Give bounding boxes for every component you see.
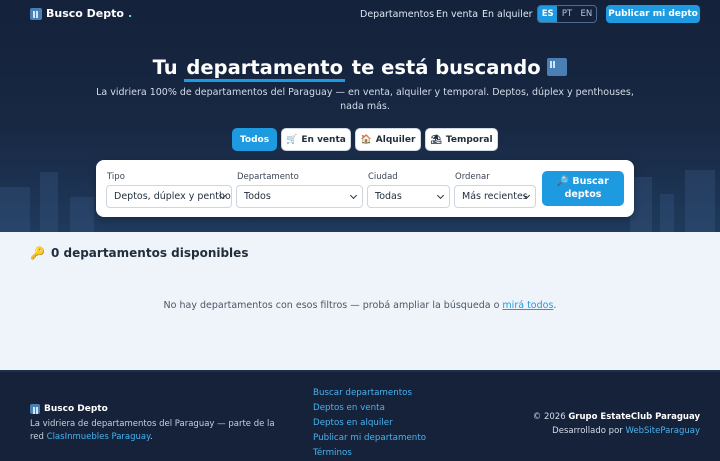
tipo-select[interactable]: Deptos, dúplex y penthouses — [106, 185, 232, 208]
language-switcher: ES PT EN — [537, 5, 597, 23]
publish-button[interactable]: Publicar mi depto — [606, 5, 700, 23]
search-card: Tipo Deptos, dúplex y penthouses Departa… — [96, 160, 634, 217]
footer-link-buscar[interactable]: Buscar departamentos — [313, 386, 426, 401]
house-icon: 🏠 — [360, 134, 372, 145]
footer-link-alquiler[interactable]: Deptos en alquiler — [313, 416, 426, 431]
nav-en-venta[interactable]: En venta — [436, 9, 478, 20]
nav-departamentos[interactable]: Departamentos — [360, 9, 434, 20]
tab-todos[interactable]: Todos — [232, 128, 277, 151]
ciudad-field: Ciudad Todas — [367, 172, 450, 208]
top-navbar: Busco Depto. Departamentos En venta En a… — [0, 0, 720, 30]
city-icon — [547, 58, 568, 76]
footer: Busco Depto La vidriera de departamentos… — [0, 370, 720, 461]
footer-link-publicar[interactable]: Publicar mi departamento — [313, 431, 426, 446]
developed-by: Desarrollado por WebSiteParaguay — [552, 426, 700, 436]
hero-title: Tu departamento te está buscando — [0, 56, 720, 82]
results-title: 🔑 0 departamentos disponibles — [30, 246, 249, 260]
lang-es[interactable]: ES — [538, 6, 558, 22]
hero-subtitle: La vidriera 100% de departamentos del Pa… — [96, 87, 634, 112]
developer-link[interactable]: WebSiteParaguay — [625, 426, 700, 436]
footer-description: La vidriera de departamentos del Paragua… — [30, 419, 275, 442]
lang-en[interactable]: EN — [577, 6, 596, 22]
copyright: © 2026 Grupo EstateClub Paraguay — [532, 412, 700, 422]
departamento-field: Departamento Todos — [236, 172, 363, 208]
tab-temporal[interactable]: ⛱ Temporal — [425, 128, 498, 151]
search-button[interactable]: 🔎 Buscar deptos — [542, 171, 624, 206]
tipo-field: Tipo Deptos, dúplex y penthouses — [106, 172, 232, 208]
beach-icon: ⛱ — [430, 134, 442, 145]
hero-section: Busco Depto. Departamentos En venta En a… — [0, 0, 720, 232]
lang-pt[interactable]: PT — [557, 6, 576, 22]
chevron-down-icon — [349, 191, 358, 200]
ciudad-select[interactable]: Todas — [367, 185, 450, 208]
chevron-down-icon — [436, 191, 445, 200]
empty-message: No hay departamentos con esos filtros — … — [163, 300, 557, 311]
brand-name: Busco Depto — [46, 7, 124, 20]
clasinmuebles-link[interactable]: ClasInmuebles Paraguay — [47, 432, 150, 442]
building-icon — [30, 404, 40, 414]
departamento-select[interactable]: Todos — [236, 185, 363, 208]
building-icon — [30, 7, 42, 20]
ordenar-field: Ordenar Más recientes — [454, 172, 536, 208]
view-all-link[interactable]: mirá todos — [502, 300, 553, 311]
ordenar-select[interactable]: Más recientes — [454, 185, 536, 208]
tab-en-venta[interactable]: 🛒 En venta — [281, 128, 351, 151]
results-section: 🔑 0 departamentos disponibles No hay dep… — [0, 232, 720, 370]
key-icon: 🔑 — [30, 246, 45, 260]
brand-logo[interactable]: Busco Depto. — [30, 7, 132, 20]
footer-logo[interactable]: Busco Depto — [30, 404, 108, 414]
footer-credits: © 2026 Grupo EstateClub Paraguay Desarro… — [533, 410, 700, 438]
tab-alquiler[interactable]: 🏠 Alquiler — [355, 128, 421, 151]
search-icon: 🔎 — [557, 176, 570, 187]
nav-en-alquiler[interactable]: En alquiler — [482, 9, 533, 20]
footer-link-terminos[interactable]: Términos — [313, 446, 426, 461]
hero-title-highlight: departamento — [184, 56, 345, 82]
footer-links: Buscar departamentos Deptos en venta Dep… — [313, 386, 426, 461]
cart-icon: 🛒 — [286, 134, 298, 145]
footer-link-venta[interactable]: Deptos en venta — [313, 401, 426, 416]
